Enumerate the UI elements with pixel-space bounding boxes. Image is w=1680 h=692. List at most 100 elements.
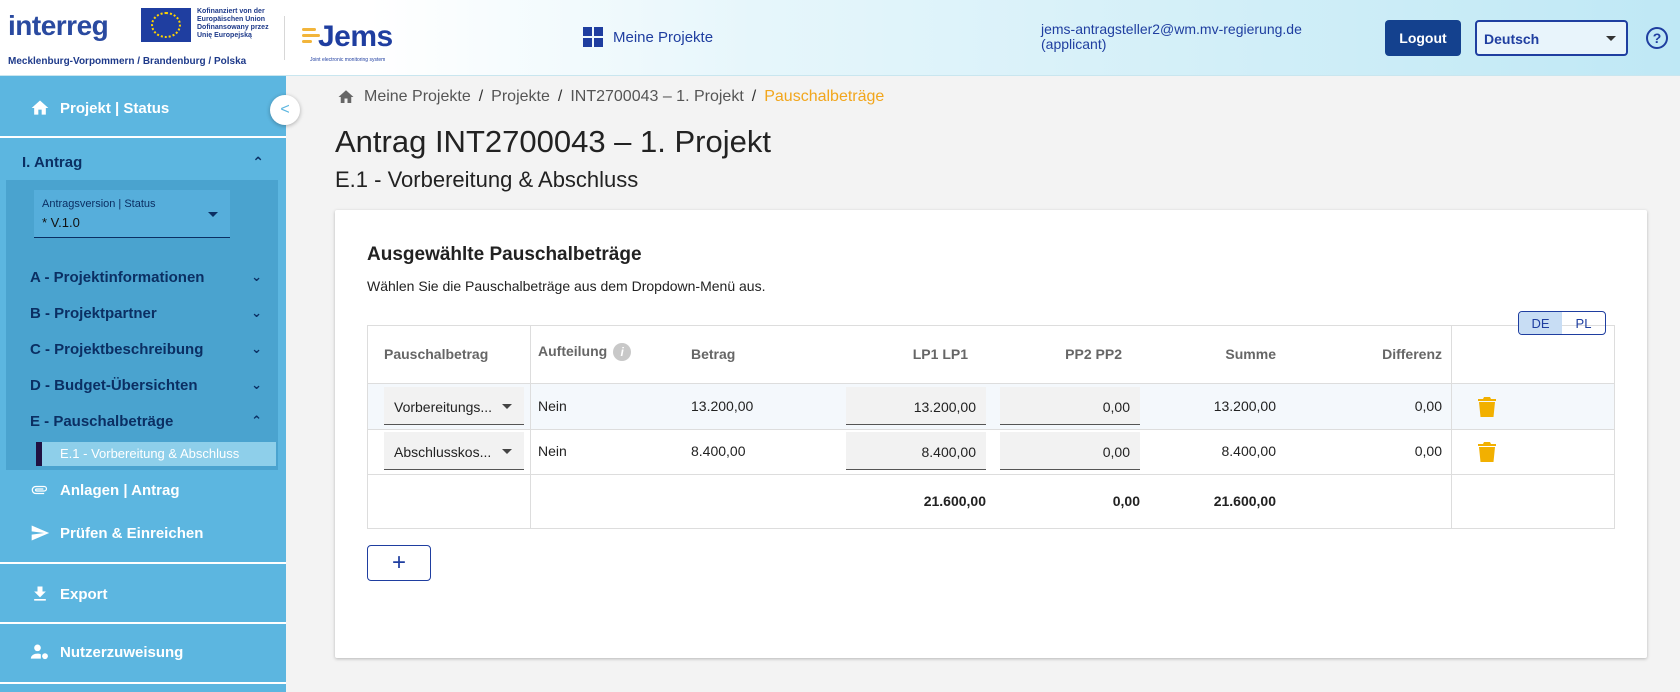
amount-value: 13.200,00 xyxy=(691,398,754,414)
lump-sums-table: Pauschalbetrag Aufteilung i Betrag LP1 L… xyxy=(367,325,1615,529)
header-sum: Summe xyxy=(1225,346,1276,362)
home-icon xyxy=(31,100,49,115)
sidebar-item-project-status[interactable]: Projekt | Status xyxy=(30,98,169,118)
sidebar-item-label: B - Projektpartner xyxy=(30,305,157,322)
breadcrumb-separator: / xyxy=(751,88,757,105)
jems-logo-icon xyxy=(302,28,320,44)
sidebar-item-user-assignment[interactable]: Nutzerzuweisung xyxy=(30,642,183,662)
language-select[interactable]: Deutsch xyxy=(1475,20,1628,56)
difference-value: 0,00 xyxy=(1414,398,1442,414)
sidebar-item-project-partner[interactable]: B - Projektpartner ⌄ xyxy=(30,305,262,322)
header-amount: Betrag xyxy=(691,346,736,362)
chevron-left-icon: < xyxy=(280,101,290,118)
difference-value: 0,00 xyxy=(1414,443,1442,459)
language-select-value: Deutsch xyxy=(1484,31,1540,47)
version-select[interactable]: Antragsversion | Status * V.1.0 xyxy=(34,190,230,238)
page-title: Antrag INT2700043 – 1. Projekt xyxy=(335,124,771,159)
table-divider xyxy=(530,326,531,528)
sidebar-item-budget-overview[interactable]: D - Budget-Übersichten ⌄ xyxy=(30,377,262,394)
table-divider xyxy=(368,474,1614,475)
sidebar-item-label: Export xyxy=(60,585,108,603)
chevron-up-icon: ⌃ xyxy=(252,154,264,170)
version-select-value: * V.1.0 xyxy=(42,215,80,230)
sum-value: 8.400,00 xyxy=(1221,443,1277,459)
eu-flag-logo xyxy=(141,8,191,42)
jems-logo[interactable]: Jems Joint electronic monitoring system xyxy=(302,20,393,63)
header-split: Aufteilung i xyxy=(538,343,632,362)
info-icon[interactable]: i xyxy=(613,343,632,362)
card-description: Wählen Sie die Pauschalbeträge aus dem D… xyxy=(367,278,766,294)
logout-button[interactable]: Logout xyxy=(1385,20,1461,56)
sidebar-section-antrag[interactable]: I. Antrag ⌃ xyxy=(22,154,272,171)
header-pp2: PP2 PP2 xyxy=(1065,346,1122,362)
sidebar-item-project-info[interactable]: A - Projektinformationen ⌄ xyxy=(30,269,262,286)
lp1-amount-input[interactable]: 8.400,00 xyxy=(846,432,986,470)
total-lp1: 21.600,00 xyxy=(923,493,986,509)
lp1-amount-input[interactable]: 13.200,00 xyxy=(846,387,986,425)
caret-down-icon xyxy=(208,212,218,217)
sidebar-divider xyxy=(0,562,286,564)
sidebar-item-label: C - Projektbeschreibung xyxy=(30,341,204,358)
user-info: jems-antragsteller2@wm.mv-regierung.de (… xyxy=(1041,22,1302,52)
trash-icon[interactable] xyxy=(1478,397,1496,417)
lang-toggle-de[interactable]: DE xyxy=(1519,312,1562,334)
header-lump-sum: Pauschalbetrag xyxy=(384,346,489,362)
lang-toggle-pl[interactable]: PL xyxy=(1562,312,1605,334)
amount-value: 8.400,00 xyxy=(691,443,746,459)
sidebar-item-export[interactable]: Export xyxy=(30,584,108,604)
chevron-down-icon: ⌄ xyxy=(251,341,262,356)
caret-down-icon xyxy=(502,404,512,409)
pp2-amount-input[interactable]: 0,00 xyxy=(1000,432,1140,470)
lump-sum-select-value: Vorbereitungs... xyxy=(394,399,493,415)
breadcrumb-item[interactable]: Meine Projekte xyxy=(364,88,471,106)
user-email: jems-antragsteller2@wm.mv-regierung.de xyxy=(1041,21,1302,37)
add-lump-sum-button[interactable]: + xyxy=(367,545,431,581)
nav-my-projects-label: Meine Projekte xyxy=(613,28,714,46)
sidebar-section-label: I. Antrag xyxy=(22,154,83,171)
split-value: Nein xyxy=(538,443,567,459)
lump-sum-select[interactable]: Abschlusskos... xyxy=(384,432,524,470)
breadcrumb-separator: / xyxy=(557,88,563,105)
sidebar-item-label: D - Budget-Übersichten xyxy=(30,377,198,394)
sidebar-item-label: Anlagen | Antrag xyxy=(60,481,180,499)
app-header: interreg Mecklenburg-Vorpommern / Brande… xyxy=(0,0,1680,76)
version-select-label: Antragsversion | Status xyxy=(42,198,156,210)
lump-sums-card: Ausgewählte Pauschalbeträge Wählen Sie d… xyxy=(335,210,1647,658)
sidebar-subitem-e1[interactable]: E.1 - Vorbereitung & Abschluss xyxy=(36,442,276,466)
lump-sum-select-value: Abschlusskos... xyxy=(394,444,492,460)
user-role: (applicant) xyxy=(1041,36,1107,52)
header-difference: Differenz xyxy=(1382,346,1442,362)
sidebar-item-label: A - Projektinformationen xyxy=(30,269,205,286)
breadcrumb-current: Pauschalbeträge xyxy=(764,88,885,105)
breadcrumb: Meine Projekte / Projekte / INT2700043 –… xyxy=(336,88,884,106)
total-pp2: 0,00 xyxy=(1112,493,1140,509)
header-divider xyxy=(284,16,285,60)
sidebar-item-label: Nutzerzuweisung xyxy=(60,643,184,661)
card-title: Ausgewählte Pauschalbeträge xyxy=(367,244,642,265)
breadcrumb-item[interactable]: INT2700043 – 1. Projekt xyxy=(570,88,743,106)
pp2-amount-input[interactable]: 0,00 xyxy=(1000,387,1140,425)
sidebar-item-project-description[interactable]: C - Projektbeschreibung ⌄ xyxy=(30,341,262,358)
sidebar-divider xyxy=(0,682,286,684)
sidebar-collapse-button[interactable]: < xyxy=(270,95,300,125)
region-label: Mecklenburg-Vorpommern / Brandenburg / P… xyxy=(8,56,247,67)
sidebar-item-lump-sums[interactable]: E - Pauschalbeträge ⌃ xyxy=(30,413,262,430)
paperclip-icon xyxy=(31,485,48,495)
trash-icon[interactable] xyxy=(1478,442,1496,462)
sidebar-item-attachments[interactable]: Anlagen | Antrag xyxy=(30,480,179,500)
lump-sum-select[interactable]: Vorbereitungs... xyxy=(384,387,524,425)
total-sum: 21.600,00 xyxy=(1213,493,1276,509)
caret-down-icon xyxy=(1606,36,1616,41)
nav-my-projects[interactable]: Meine Projekte xyxy=(583,27,713,47)
chevron-up-icon: ⌃ xyxy=(251,413,262,428)
home-icon[interactable] xyxy=(336,88,356,106)
sidebar-item-check-submit[interactable]: Prüfen & Einreichen xyxy=(30,523,203,543)
jems-tagline: Joint electronic monitoring system xyxy=(310,57,386,63)
download-icon xyxy=(34,586,46,601)
user-gear-icon xyxy=(30,644,48,660)
breadcrumb-item[interactable]: Projekte xyxy=(491,88,550,106)
send-icon xyxy=(31,525,50,541)
split-value: Nein xyxy=(538,398,567,414)
grid-icon xyxy=(583,27,603,47)
help-icon[interactable]: ? xyxy=(1646,27,1668,49)
